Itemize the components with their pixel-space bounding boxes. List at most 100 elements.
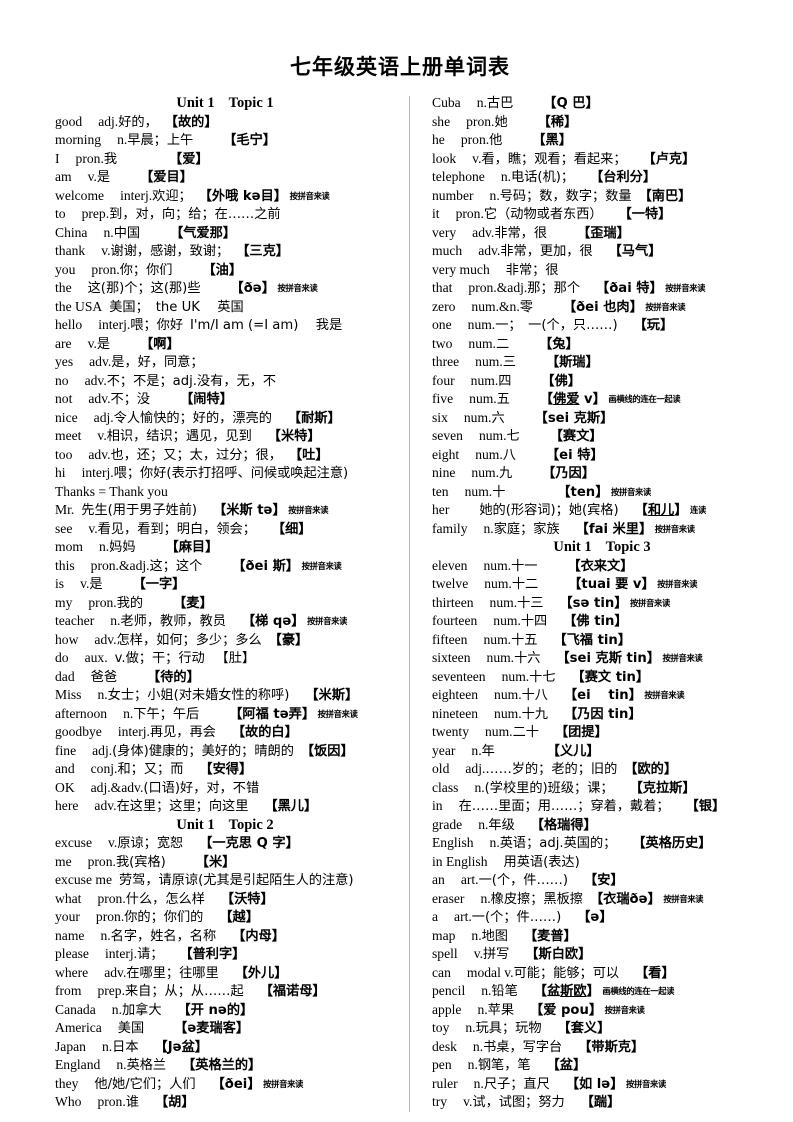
vocabulary-entry: it pron.它（动物或者东西） 【一特】 bbox=[432, 205, 772, 224]
english-word: excuse bbox=[55, 835, 92, 851]
english-word: twenty bbox=[432, 724, 469, 740]
chinese-meaning: 九 bbox=[498, 466, 513, 482]
part-of-speech: n. bbox=[97, 687, 108, 703]
pronunciation-hint: 【米】 bbox=[195, 854, 236, 870]
vocabulary-entry: this pron.&adj.这；这个 【ðei 斯】 按拼音来读 bbox=[55, 557, 395, 576]
english-word: mom bbox=[55, 539, 83, 555]
vocabulary-entry: fourteen num.十四 【佛 tin】 bbox=[432, 612, 772, 631]
pronunciation-hint: 【胡】 bbox=[154, 1095, 195, 1111]
english-word: year bbox=[432, 742, 456, 758]
english-word: grade bbox=[432, 816, 463, 832]
chinese-meaning: 看，瞧；观看；看起来； bbox=[481, 151, 627, 167]
part-of-speech: aux. bbox=[84, 650, 108, 666]
vocabulary-entry: zero num.&n.零 【ðei 也肉】 按拼音来读 bbox=[432, 298, 772, 317]
english-word: telephone bbox=[432, 169, 485, 185]
topic-label: Topic 3 bbox=[605, 539, 651, 556]
english-word: name bbox=[55, 927, 85, 943]
vocabulary-entry: name n.名字，姓名，名称 【内母】 bbox=[55, 927, 395, 946]
vocabulary-entry: Who pron.谁 【胡】 bbox=[55, 1093, 395, 1112]
pronunciation-hint: 【爱 pou】 bbox=[530, 1002, 603, 1018]
chinese-meaning: 一； 一(个，只……) bbox=[495, 318, 618, 334]
vocabulary-entry: do aux. v.做；干；行动 【肚】 bbox=[55, 649, 395, 668]
pronunciation-hint: 【米斯 tə】 bbox=[213, 503, 286, 519]
pronunciation-hint: 【豪】 bbox=[268, 632, 309, 648]
vocabulary-entry: pencil n.铅笔 【盆斯欧】 画横线的连在一起读 bbox=[432, 982, 772, 1001]
part-of-speech: adj. bbox=[92, 742, 113, 758]
vocabulary-entry: her 她的(形容词)；她(宾格) 【和儿】 连读 bbox=[432, 501, 772, 520]
part-of-speech: num. bbox=[486, 650, 515, 666]
chinese-meaning: 非常；很 bbox=[505, 262, 559, 278]
part-of-speech: pron. bbox=[460, 132, 490, 148]
vocabulary-entry: Miss n.女士；小姐(对未婚女性的称呼) 【米斯】 bbox=[55, 686, 395, 705]
vocabulary-entry: yes adv.是，好，同意； bbox=[55, 353, 395, 372]
chinese-meaning: 妈妈 bbox=[109, 540, 136, 556]
part-of-speech: num. bbox=[483, 631, 512, 647]
english-word: dad bbox=[55, 668, 75, 684]
pronunciation-hint: 【细】 bbox=[271, 521, 312, 537]
vocabulary-entry: in 在……里面；用……；穿着，戴着； 【银】 bbox=[432, 797, 772, 816]
pronunciation-hint: 【ə麦瑞客】 bbox=[174, 1021, 250, 1037]
part-of-speech: n. bbox=[116, 1057, 127, 1073]
pronunciation-hint: 【爱】 bbox=[169, 151, 209, 167]
vocabulary-entry: apple n.苹果 【爱 pou】 按拼音来读 bbox=[432, 1001, 772, 1020]
chinese-meaning: 我(宾格) bbox=[115, 854, 166, 870]
vocabulary-entry: you pron.你；你们 【油】 bbox=[55, 261, 395, 280]
english-word: see bbox=[55, 520, 73, 536]
english-word: zero bbox=[432, 298, 456, 314]
part-of-speech: n. bbox=[477, 1001, 488, 1017]
part-of-speech: num. bbox=[468, 335, 496, 351]
reading-note: 按拼音来读 bbox=[660, 893, 704, 904]
vocabulary-entry: they 他/她/它们；人们 【ðei】 按拼音来读 bbox=[55, 1075, 395, 1094]
chinese-meaning: 可能；能够；可以 bbox=[513, 965, 620, 981]
part-of-speech: num. bbox=[469, 391, 497, 407]
pronunciation-hint: 【ei tin】 bbox=[564, 688, 642, 704]
chinese-meaning: 二 bbox=[495, 336, 510, 352]
underlined-syllables: 佛爱 bbox=[553, 392, 580, 408]
vocabulary-entry: here adv.在这里；这里；向这里 【黑儿】 bbox=[55, 797, 395, 816]
chinese-meaning: 橡皮擦；黑板擦 bbox=[490, 891, 583, 907]
chinese-meaning: 看见，看到；明白，领会； bbox=[97, 521, 256, 537]
part-of-speech: num. bbox=[470, 372, 499, 388]
english-word: spell bbox=[432, 946, 458, 962]
chinese-meaning: 美国 bbox=[117, 1021, 145, 1037]
chinese-meaning: 原谅；宽恕 bbox=[117, 836, 184, 852]
vocabulary-entry: too adv.也，还；又；太，过分；很， 【吐】 bbox=[55, 446, 395, 465]
part-of-speech: n. bbox=[117, 132, 128, 148]
underlined-syllables: 斯欧 bbox=[560, 984, 587, 1000]
two-column-layout: Unit 1 Topic 1 good adj.好的， 【故的】 morning n… bbox=[55, 94, 745, 1112]
reading-note: 按拼音来读 bbox=[602, 1004, 645, 1015]
pronunciation-hint: 【米斯】 bbox=[305, 688, 359, 704]
pronunciation-hint: 【如 lə】 bbox=[565, 1076, 624, 1092]
english-word: Cuba bbox=[432, 95, 461, 111]
english-word: Japan bbox=[55, 1038, 86, 1054]
english-word: eraser bbox=[432, 890, 465, 906]
